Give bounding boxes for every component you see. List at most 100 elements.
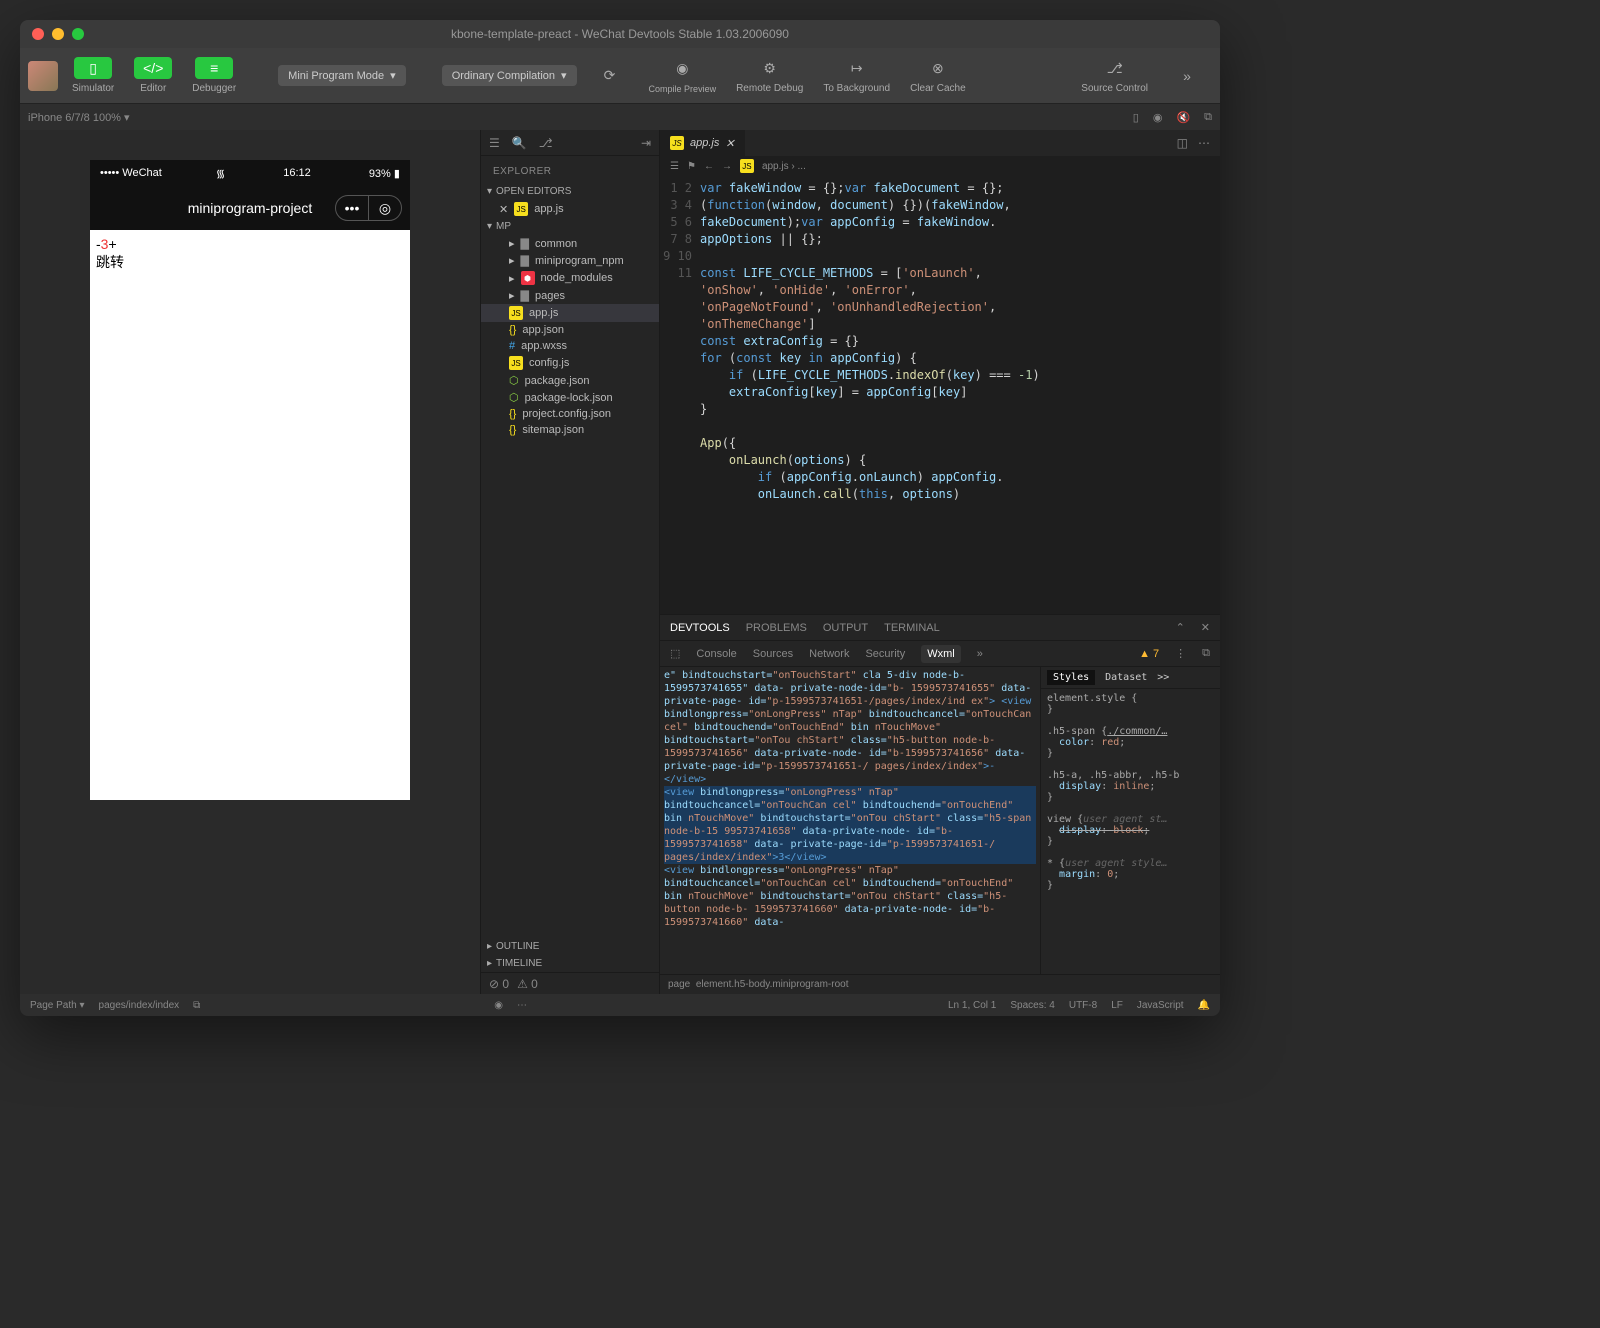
- file-config-js[interactable]: JS config.js: [481, 354, 659, 372]
- open-editors-section[interactable]: ▾ OPEN EDITORS: [481, 183, 659, 200]
- debug-icon: ⚙: [751, 57, 789, 79]
- debugger-toggle[interactable]: ≡ Debugger: [186, 57, 242, 94]
- capsule-more-icon[interactable]: •••: [336, 196, 368, 220]
- file-sitemap[interactable]: {} sitemap.json: [481, 422, 659, 438]
- breadcrumb[interactable]: ☰ ⚑ ← → JS app.js › ...: [660, 156, 1220, 176]
- file-project-config[interactable]: {} project.config.json: [481, 406, 659, 422]
- more-icon: »: [1168, 65, 1206, 87]
- program-mode-dropdown[interactable]: Mini Program Mode▾: [278, 65, 406, 86]
- remote-debug-button[interactable]: ⚙ Remote Debug: [730, 57, 809, 94]
- folder-pages[interactable]: ▸ ▇ pages: [481, 287, 659, 304]
- compilation-dropdown[interactable]: Ordinary Compilation▾: [442, 65, 577, 86]
- folder-common[interactable]: ▸ ▇ common: [481, 235, 659, 252]
- page-path[interactable]: pages/index/index: [99, 1000, 180, 1011]
- subtab-network[interactable]: Network: [809, 648, 849, 660]
- collapse-icon[interactable]: ⇥: [641, 136, 651, 150]
- file-app-json[interactable]: {} app.json: [481, 322, 659, 338]
- split-editor-icon[interactable]: ◫: [1177, 136, 1188, 150]
- file-app-js[interactable]: JS app.js: [481, 304, 659, 322]
- more-actions-icon[interactable]: ⋯: [1198, 136, 1210, 150]
- capsule-button[interactable]: ••• ◎: [335, 195, 402, 221]
- record-icon[interactable]: ◉: [1153, 111, 1163, 124]
- wxml-tree[interactable]: e" bindtouchstart="onTouchStart" cla 5-d…: [660, 667, 1040, 974]
- inspect-icon[interactable]: ⬚: [670, 647, 680, 660]
- more-button[interactable]: »: [1162, 65, 1212, 87]
- bell-icon[interactable]: 🔔: [1198, 1000, 1210, 1011]
- more-tabs-icon[interactable]: »: [977, 648, 983, 660]
- tab-output[interactable]: OUTPUT: [823, 622, 868, 634]
- tab-dataset[interactable]: Dataset: [1105, 672, 1147, 683]
- nav-link[interactable]: 跳转: [96, 252, 404, 272]
- search-icon[interactable]: 🔍: [512, 136, 527, 150]
- more-icon[interactable]: ⋯: [517, 1000, 527, 1011]
- editor-toggle[interactable]: </> Editor: [128, 57, 178, 94]
- devtools-footer: page element.h5-body.miniprogram-root: [660, 974, 1220, 994]
- cursor-position[interactable]: Ln 1, Col 1: [948, 1000, 996, 1011]
- subtab-wxml[interactable]: Wxml: [921, 645, 961, 663]
- folder-miniprogram-npm[interactable]: ▸ ▇ miniprogram_npm: [481, 252, 659, 269]
- chevron-down-icon: ▾: [561, 69, 567, 82]
- branch-icon[interactable]: ⎇: [539, 136, 553, 150]
- dock-icon[interactable]: ⧉: [1202, 647, 1210, 660]
- tab-devtools[interactable]: DEVTOOLS: [670, 622, 730, 634]
- language-mode[interactable]: JavaScript: [1137, 1000, 1184, 1011]
- file-package-lock[interactable]: ⬡ package-lock.json: [481, 389, 659, 406]
- visibility-icon[interactable]: ◉: [494, 1000, 503, 1011]
- outline-section[interactable]: ▸ OUTLINE: [481, 938, 659, 955]
- error-count[interactable]: ⊘ 0: [489, 977, 509, 991]
- preview-button[interactable]: ◉ Compile Preview: [643, 58, 723, 94]
- warn-count[interactable]: ⚠ 0: [517, 977, 538, 991]
- tab-more[interactable]: >>: [1157, 672, 1169, 683]
- json-file-icon: ⬡: [509, 374, 519, 387]
- copy-icon[interactable]: ⧉: [1204, 111, 1212, 124]
- chevron-up-icon[interactable]: ⌃: [1176, 621, 1185, 634]
- file-app-wxss[interactable]: # app.wxss: [481, 338, 659, 354]
- encoding[interactable]: UTF-8: [1069, 1000, 1097, 1011]
- tab-terminal[interactable]: TERMINAL: [884, 622, 940, 634]
- rotate-icon[interactable]: ▯: [1133, 111, 1139, 124]
- subtab-console[interactable]: Console: [696, 648, 736, 660]
- file-package-json[interactable]: ⬡ package.json: [481, 372, 659, 389]
- source-control-button[interactable]: ⎇ Source Control: [1075, 57, 1154, 94]
- indent-setting[interactable]: Spaces: 4: [1010, 1000, 1054, 1011]
- carrier-label: ••••• WeChat: [100, 167, 162, 179]
- wifi-icon: ᯾: [216, 166, 225, 181]
- tab-styles[interactable]: Styles: [1047, 670, 1095, 685]
- subtab-security[interactable]: Security: [865, 648, 905, 660]
- code-editor[interactable]: 1 2 3 4 5 6 7 8 9 10 11 var fakeWindow =…: [660, 176, 1220, 614]
- to-background-button[interactable]: ↦ To Background: [817, 57, 896, 94]
- window-title: kbone-template-preact - WeChat Devtools …: [20, 27, 1220, 41]
- clear-cache-button[interactable]: ⊗ Clear Cache: [904, 57, 972, 94]
- subtab-sources[interactable]: Sources: [753, 648, 793, 660]
- capsule-close-icon[interactable]: ◎: [369, 196, 401, 220]
- simulator-toggle[interactable]: ▯ Simulator: [66, 57, 120, 94]
- user-avatar[interactable]: [28, 61, 58, 91]
- device-selector[interactable]: iPhone 6/7/8 100% ▾: [28, 111, 130, 124]
- json-file-icon: {}: [509, 324, 516, 336]
- mute-icon[interactable]: 🔇: [1176, 111, 1190, 124]
- timeline-section[interactable]: ▸ TIMELINE: [481, 955, 659, 972]
- close-panel-icon[interactable]: ✕: [1201, 621, 1210, 634]
- bookmark-icon: ⚑: [687, 161, 696, 172]
- project-root[interactable]: ▾ MP: [481, 218, 659, 235]
- phone-content[interactable]: -3+ 跳转: [90, 230, 410, 800]
- page-path-label[interactable]: Page Path ▾: [30, 1000, 85, 1011]
- compile-button[interactable]: ⟳: [585, 65, 635, 87]
- code-content[interactable]: var fakeWindow = {};var fakeDocument = {…: [700, 176, 1220, 614]
- open-editor-item[interactable]: ✕ JS app.js: [481, 200, 659, 218]
- close-tab-icon[interactable]: ✕: [725, 137, 734, 150]
- folder-icon: ▇: [521, 289, 529, 302]
- tab-problems[interactable]: PROBLEMS: [746, 622, 807, 634]
- copy-path-icon[interactable]: ⧉: [193, 1000, 200, 1011]
- warning-badge[interactable]: ▲ 7: [1139, 648, 1159, 660]
- styles-panel: Styles Dataset >> element.style {}.h5-sp…: [1040, 667, 1220, 974]
- styles-rules[interactable]: element.style {}.h5-span {./common/… col…: [1041, 689, 1220, 895]
- app-window: kbone-template-preact - WeChat Devtools …: [20, 20, 1220, 1016]
- counter-row[interactable]: -3+: [96, 236, 404, 252]
- tab-app-js[interactable]: JS app.js ✕: [660, 130, 745, 156]
- explorer-title: EXPLORER: [481, 156, 659, 183]
- folder-node-modules[interactable]: ▸ ⬢ node_modules: [481, 269, 659, 287]
- list-icon[interactable]: ☰: [489, 136, 500, 150]
- settings-icon[interactable]: ⋮: [1175, 647, 1186, 660]
- eol[interactable]: LF: [1111, 1000, 1123, 1011]
